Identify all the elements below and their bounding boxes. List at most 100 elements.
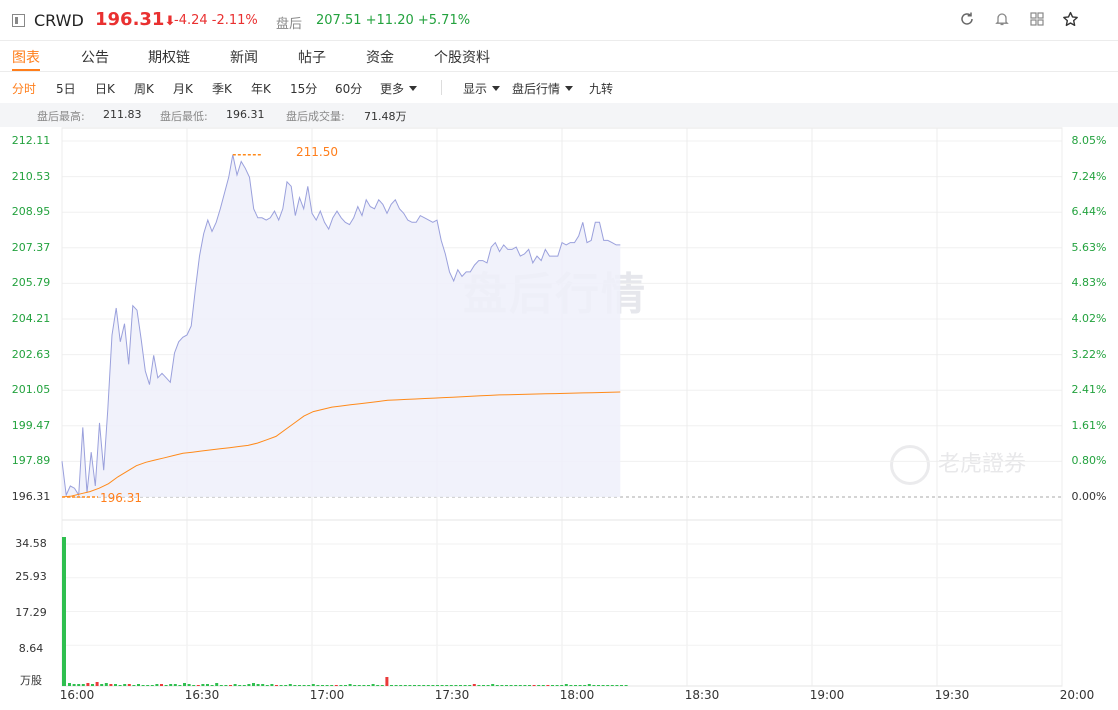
volume-bar <box>422 685 426 686</box>
y-axis-label-left: 199.47 <box>11 418 51 432</box>
y-axis-label-left: 196.31 <box>11 490 51 503</box>
period-yearly[interactable]: 年K <box>251 80 271 97</box>
y-axis-label-left: 207.37 <box>11 240 51 254</box>
volume-bar <box>555 685 559 686</box>
volume-bar <box>353 685 357 686</box>
after-hours-quotes-dropdown[interactable]: 盘后行情 <box>512 80 574 97</box>
tab-options-chain[interactable]: 期权链 <box>148 47 190 67</box>
volume-bar <box>68 683 71 686</box>
period-5d[interactable]: 5日 <box>56 80 76 97</box>
volume-bar <box>298 685 301 686</box>
tab-chart[interactable]: 图表 <box>12 47 40 67</box>
tab-company-profile[interactable]: 个股资料 <box>434 47 490 67</box>
period-daily[interactable]: 日K <box>95 80 115 97</box>
volume-bar <box>514 685 518 686</box>
period-weekly[interactable]: 周K <box>134 80 154 97</box>
volume-bar <box>459 685 462 686</box>
volume-bar <box>339 685 343 686</box>
volume-bar <box>426 685 430 686</box>
volume-axis-label: 34.58 <box>15 537 47 550</box>
volume-bar <box>164 685 168 686</box>
volume-bar <box>592 685 596 686</box>
low-value: 196.31 <box>226 108 265 121</box>
period-intraday[interactable]: 分时 <box>12 80 36 97</box>
volume-bar <box>385 677 389 686</box>
price-change: -4.24 -2.11% <box>174 13 258 28</box>
x-axis-label: 20:00 <box>1059 688 1095 702</box>
y-axis-label-right: 7.24% <box>1071 169 1107 183</box>
volume-bar <box>477 685 481 686</box>
period-60min[interactable]: 60分 <box>335 80 362 97</box>
volume-bar <box>265 685 269 686</box>
x-axis-label: 16:00 <box>59 688 95 702</box>
volume-bar <box>137 684 140 686</box>
tab-announcements[interactable]: 公告 <box>81 47 109 67</box>
volume-bar <box>219 685 223 686</box>
volume-bar <box>321 685 324 686</box>
volume-bar <box>196 685 200 686</box>
toolbar-divider <box>441 80 442 95</box>
star-icon[interactable] <box>1061 11 1079 29</box>
period-more-dropdown[interactable]: 更多 <box>380 80 418 97</box>
volume-bar <box>256 684 260 686</box>
refresh-icon[interactable] <box>958 11 976 29</box>
volume-bar <box>169 684 173 686</box>
volume-bar <box>523 685 527 686</box>
chevron-down-icon <box>565 86 574 91</box>
sidebar-toggle-icon[interactable] <box>12 14 25 27</box>
volume-bar <box>325 685 329 686</box>
volume-bar <box>445 685 449 686</box>
volume-axis-label: 17.29 <box>15 606 47 619</box>
volume-bar <box>279 685 283 686</box>
volume-bar <box>413 685 416 686</box>
y-axis-label-right: 3.22% <box>1071 347 1107 361</box>
period-15min[interactable]: 15分 <box>290 80 317 97</box>
volume-bar <box>187 684 191 686</box>
volume-bar <box>307 685 311 686</box>
volume-bar <box>123 684 127 686</box>
volume-bar <box>440 685 444 686</box>
period-quarterly[interactable]: 季K <box>212 80 232 97</box>
volume-bar <box>284 685 288 686</box>
volume-bar <box>371 684 375 686</box>
x-axis-label: 17:30 <box>434 688 470 702</box>
volume-bar <box>206 684 209 686</box>
high-marker-label: 211.50 <box>296 145 338 159</box>
period-monthly[interactable]: 月K <box>173 80 193 97</box>
volume-bar <box>242 685 246 686</box>
display-dropdown[interactable]: 显示 <box>463 80 501 97</box>
volume-bar <box>192 685 196 686</box>
volume-bar <box>201 684 205 686</box>
volume-label: 盘后成交量: <box>286 110 345 123</box>
volume-bar <box>417 685 421 686</box>
volume-bar <box>518 685 522 686</box>
volume-bar <box>141 685 145 686</box>
volume-bar <box>431 685 435 686</box>
y-axis-label-left: 208.95 <box>11 205 51 219</box>
after-hours-stats: 盘后最高: 211.83 盘后最低: 196.31 盘后成交量: 71.48万 <box>0 103 1118 127</box>
low-marker-label: 196.31 <box>100 491 142 505</box>
volume-axis-label: 8.64 <box>18 642 44 655</box>
volume-bar <box>334 685 338 686</box>
period-selector: 分时 5日 日K 周K 月K 季K 年K 15分 60分 更多 显示 盘后行情 … <box>0 72 1118 102</box>
y-axis-label-left: 204.21 <box>11 312 51 325</box>
volume-bar <box>615 685 619 686</box>
nine-turn-toggle[interactable]: 九转 <box>589 80 613 97</box>
bell-icon[interactable] <box>993 11 1011 29</box>
volume-bar <box>183 683 186 686</box>
volume-bar <box>597 685 600 686</box>
tab-capital-flow[interactable]: 资金 <box>366 47 394 67</box>
volume-bar <box>486 685 490 686</box>
tab-news[interactable]: 新闻 <box>230 47 258 67</box>
volume-axis-label: 25.93 <box>15 570 47 583</box>
volume-bar <box>468 685 472 686</box>
y-axis-label-left: 197.89 <box>11 454 51 468</box>
grid-icon[interactable] <box>1028 11 1046 29</box>
chevron-down-icon <box>492 86 501 91</box>
volume-bar <box>81 684 85 686</box>
tab-posts[interactable]: 帖子 <box>298 47 326 67</box>
y-axis-label-right: 4.02% <box>1071 312 1107 325</box>
volume-bar <box>624 685 628 686</box>
volume-bar <box>173 684 177 686</box>
volume-bar <box>403 685 407 686</box>
